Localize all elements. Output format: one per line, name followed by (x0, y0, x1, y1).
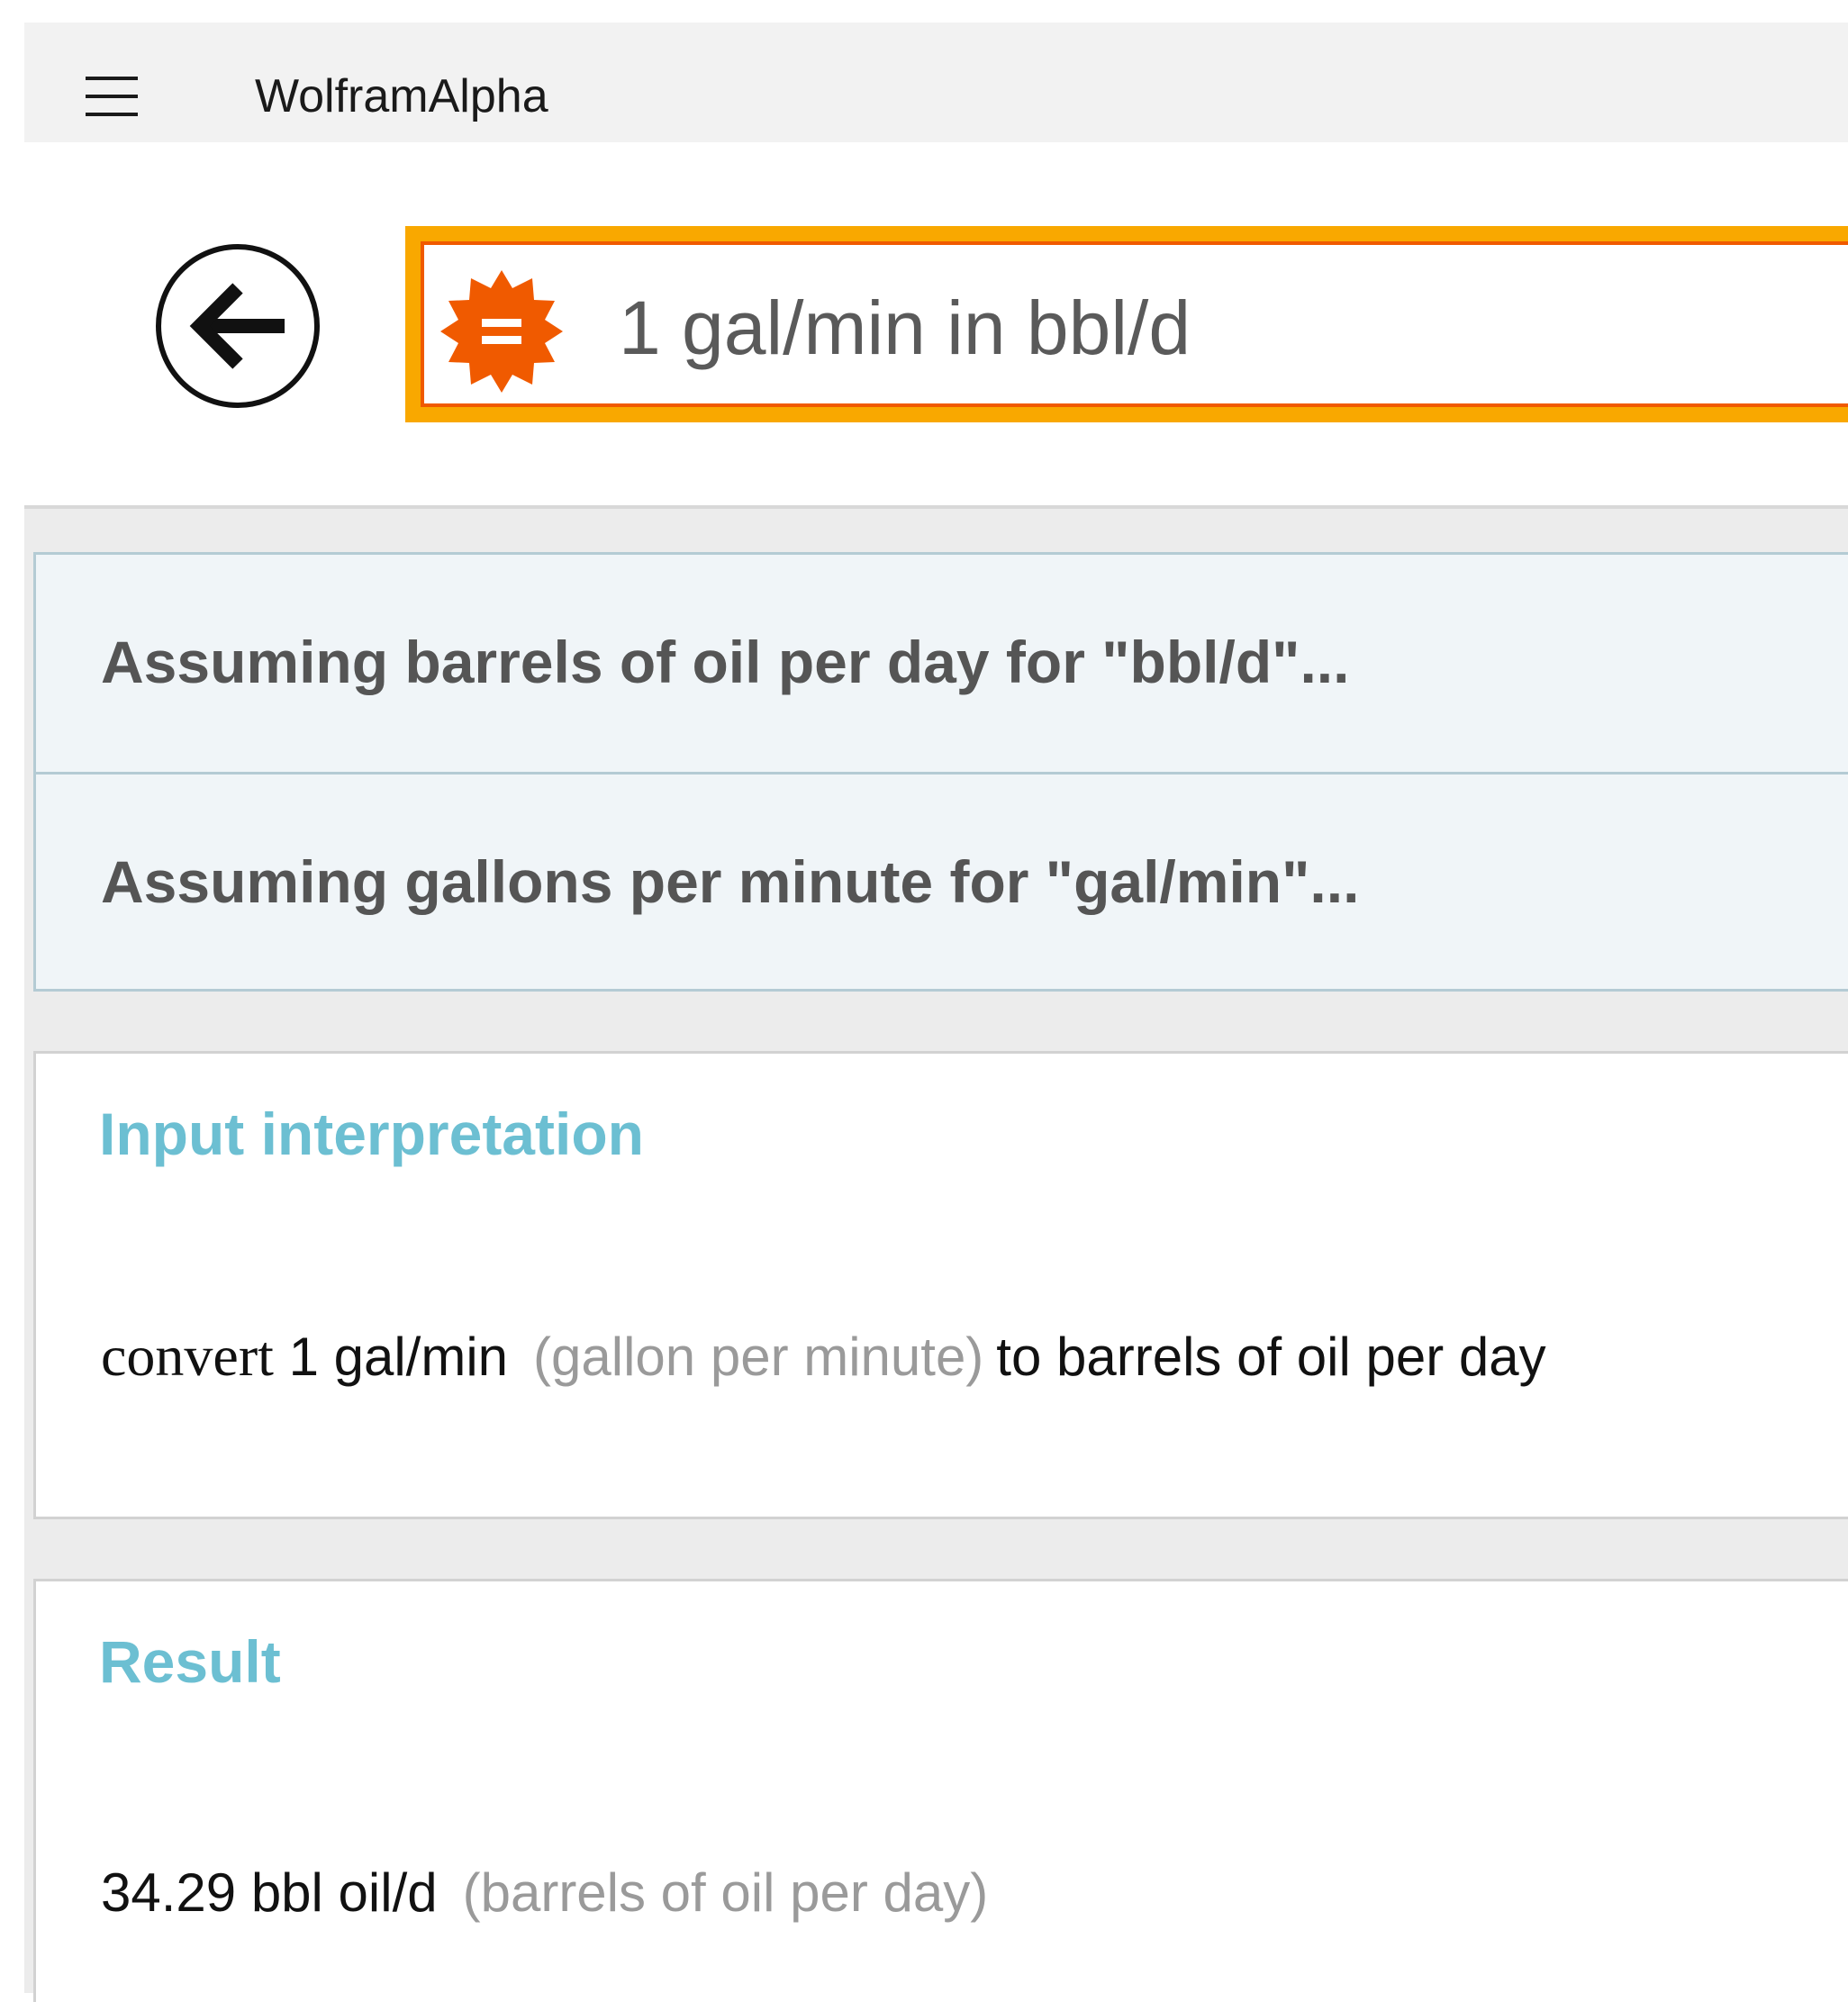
search-query-text[interactable]: 1 gal/min in bbl/d (619, 277, 1191, 378)
input-interpretation-text: convert 1 gal/min (gallon per minute) to b… (101, 1324, 1546, 1390)
pod-title: Input interpretation (99, 1101, 644, 1167)
hamburger-menu-icon[interactable] (86, 77, 138, 116)
assumptions-panel: Assuming barrels of oil per day for "bbl… (33, 552, 1848, 992)
result-value-note: (barrels of oil per day) (462, 1862, 989, 1923)
assumption-text[interactable]: Assuming barrels of oil per day for "bbl… (101, 627, 1349, 697)
title-bar: WolframAlpha (24, 23, 1848, 142)
input-target: to barrels of oil per day (996, 1327, 1546, 1387)
input-quantity: 1 gal/min (288, 1327, 509, 1387)
result-text: 34.29 bbl oil/d (barrels of oil per day) (101, 1861, 1001, 1925)
assumption-item[interactable]: Assuming gallons per minute for "gal/min… (36, 775, 1848, 992)
input-quantity-note: (gallon per minute) (533, 1327, 984, 1387)
convert-word: convert (101, 1324, 274, 1388)
assumption-item[interactable]: Assuming barrels of oil per day for "bbl… (36, 555, 1848, 775)
back-button[interactable] (153, 241, 322, 411)
wolframalpha-logo-icon (440, 270, 563, 393)
result-pod: Result 34.29 bbl oil/d (barrels of oil pe… (33, 1579, 1848, 2002)
search-input[interactable]: 1 gal/min in bbl/d (421, 241, 1848, 407)
back-arrow-icon (156, 244, 320, 408)
pod-title: Result (99, 1628, 281, 1695)
assumption-text[interactable]: Assuming gallons per minute for "gal/min… (101, 847, 1359, 917)
search-box[interactable]: 1 gal/min in bbl/d (405, 226, 1848, 422)
input-interpretation-pod: Input interpretation convert 1 gal/min (g… (33, 1051, 1848, 1519)
result-value: 34.29 bbl oil/d (101, 1862, 438, 1923)
app-title: WolframAlpha (255, 70, 548, 122)
